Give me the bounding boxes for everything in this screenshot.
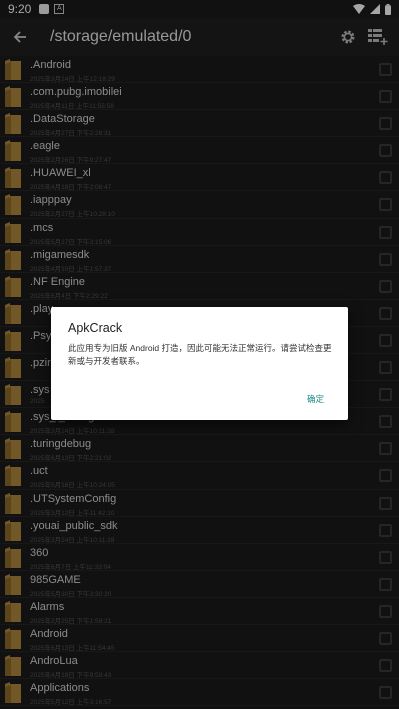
dialog-message: 此应用专为旧版 Android 打造，因此可能无法正常运行。请尝试检查更新或与开… — [68, 343, 332, 366]
ok-button[interactable]: 确定 — [305, 391, 326, 407]
dialog-title: ApkCrack — [68, 321, 123, 335]
alert-dialog: ApkCrack 此应用专为旧版 Android 打造，因此可能无法正常运行。请… — [51, 307, 348, 420]
screen: 9:20 A /storage/emulated/0 .Android 2025… — [0, 0, 399, 709]
